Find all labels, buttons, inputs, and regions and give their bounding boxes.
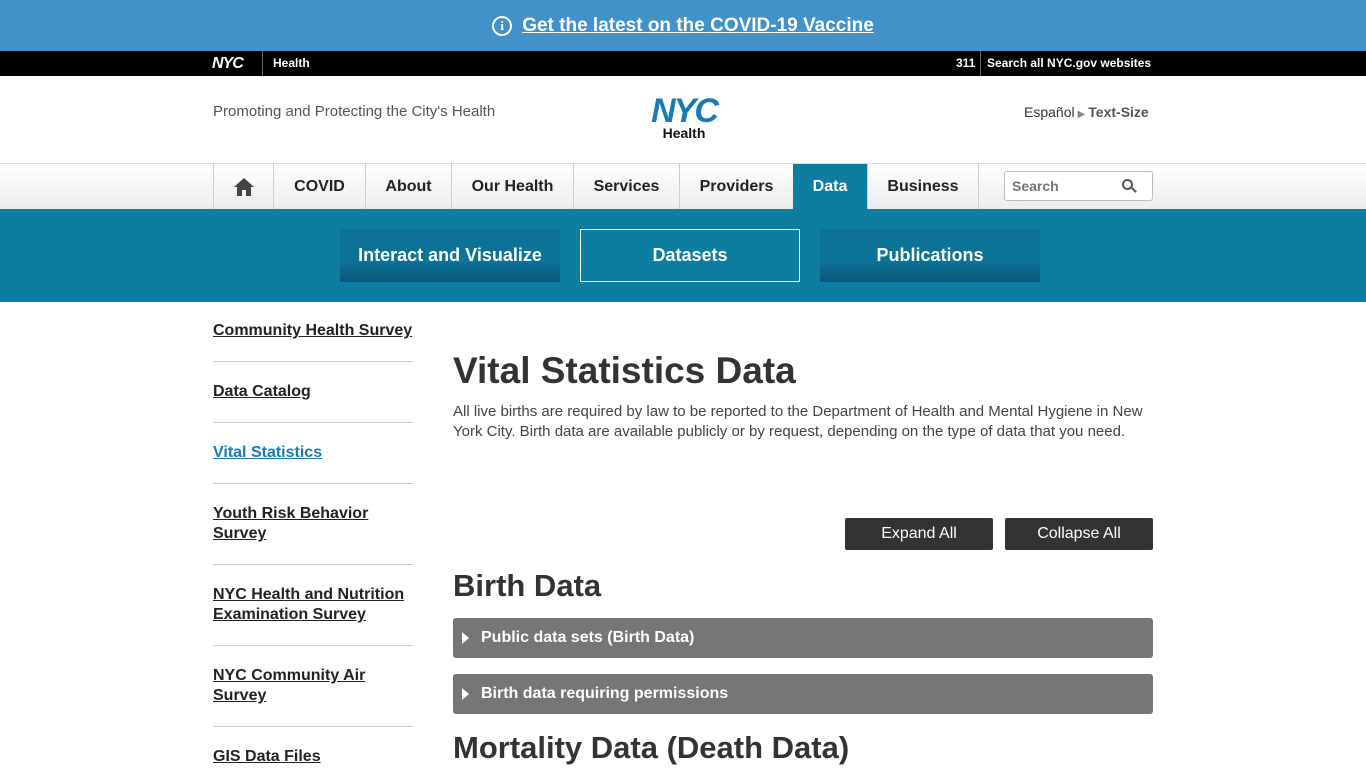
language-tools: Español ▶ Text-Size (1024, 104, 1149, 120)
expand-all-button[interactable]: Expand All (845, 518, 993, 550)
sidebar-link[interactable]: GIS Data Files (213, 748, 321, 765)
caret-right-icon (462, 632, 469, 644)
nav-about[interactable]: About (365, 164, 451, 209)
nyc-mini-logo[interactable]: NYC (212, 55, 244, 73)
accordion-label: Birth data requiring permissions (481, 685, 729, 702)
divider (262, 51, 263, 76)
site-header: Promoting and Protecting the City's Heal… (0, 76, 1366, 164)
logo-nyc-text: NYC (651, 92, 719, 130)
nyc-health-logo[interactable]: NYC Health (641, 92, 727, 140)
nav-providers[interactable]: Providers (679, 164, 793, 209)
intro-text: All live births are required by law to b… (453, 403, 1143, 440)
nav-services[interactable]: Services (573, 164, 679, 209)
sidebar: Community Health Survey Data Catalog Vit… (213, 302, 413, 768)
sidebar-item-hanes: NYC Health and Nutrition Examination Sur… (213, 565, 413, 646)
publications-button[interactable]: Publications (820, 229, 1040, 282)
home-icon (233, 177, 254, 196)
info-icon: i (492, 15, 513, 36)
nav-covid[interactable]: COVID (273, 164, 365, 209)
search-all-nyc-link[interactable]: Search all NYC.gov websites (987, 56, 1151, 70)
sidebar-item-youth-risk-behavior: Youth Risk Behavior Survey (213, 484, 413, 565)
espanol-link[interactable]: Español (1024, 104, 1075, 120)
sidebar-link[interactable]: NYC Health and Nutrition Examination Sur… (213, 586, 404, 623)
nav-business[interactable]: Business (867, 164, 978, 209)
interact-visualize-button[interactable]: Interact and Visualize (340, 229, 560, 282)
page-title: Vital Statistics Data (453, 350, 796, 391)
sidebar-item-air-survey: NYC Community Air Survey (213, 646, 413, 727)
accordion-birth-permissions[interactable]: Birth data requiring permissions (453, 674, 1153, 714)
sidebar-item-gis-data: GIS Data Files (213, 727, 413, 768)
search-input[interactable] (1012, 178, 1117, 194)
nav-divider (978, 164, 979, 209)
sidebar-link[interactable]: Data Catalog (213, 383, 311, 400)
covid-alert-bar: i Get the latest on the COVID-19 Vaccine (0, 0, 1366, 51)
311-link[interactable]: 311 (956, 56, 975, 70)
birth-data-heading: Birth Data (453, 568, 602, 603)
collapse-all-button[interactable]: Collapse All (1005, 518, 1153, 550)
home-button[interactable] (213, 164, 273, 209)
mortality-data-heading: Mortality Data (Death Data) (453, 730, 850, 765)
sidebar-link[interactable]: Vital Statistics (213, 444, 322, 461)
nav-data[interactable]: Data (793, 164, 867, 209)
health-agency-link[interactable]: Health (273, 56, 310, 70)
search-icon[interactable] (1122, 179, 1137, 194)
sidebar-link[interactable]: Community Health Survey (213, 322, 412, 339)
caret-right-icon: ▶ (1077, 109, 1086, 120)
sidebar-item-data-catalog: Data Catalog (213, 362, 413, 423)
datasets-button[interactable]: Datasets (580, 229, 800, 282)
covid-vaccine-link[interactable]: Get the latest on the COVID-19 Vaccine (522, 15, 874, 37)
nav-our-health[interactable]: Our Health (451, 164, 573, 209)
main-nav: COVID About Our Health Services Provider… (0, 164, 1366, 209)
divider (980, 51, 981, 76)
sidebar-item-vital-statistics: Vital Statistics (213, 423, 413, 484)
search-box (1004, 171, 1153, 201)
accordion-label: Public data sets (Birth Data) (481, 629, 695, 646)
sidebar-item-community-health-survey: Community Health Survey (213, 302, 413, 362)
sidebar-link[interactable]: NYC Community Air Survey (213, 667, 365, 704)
caret-right-icon (462, 688, 469, 700)
text-size-link[interactable]: Text-Size (1088, 104, 1148, 120)
city-topbar: NYC Health 311 Search all NYC.gov websit… (0, 51, 1366, 76)
accordion-public-birth-data[interactable]: Public data sets (Birth Data) (453, 618, 1153, 658)
tagline: Promoting and Protecting the City's Heal… (213, 103, 496, 120)
data-subnav: Interact and Visualize Datasets Publicat… (0, 209, 1366, 302)
sidebar-link[interactable]: Youth Risk Behavior Survey (213, 505, 368, 542)
